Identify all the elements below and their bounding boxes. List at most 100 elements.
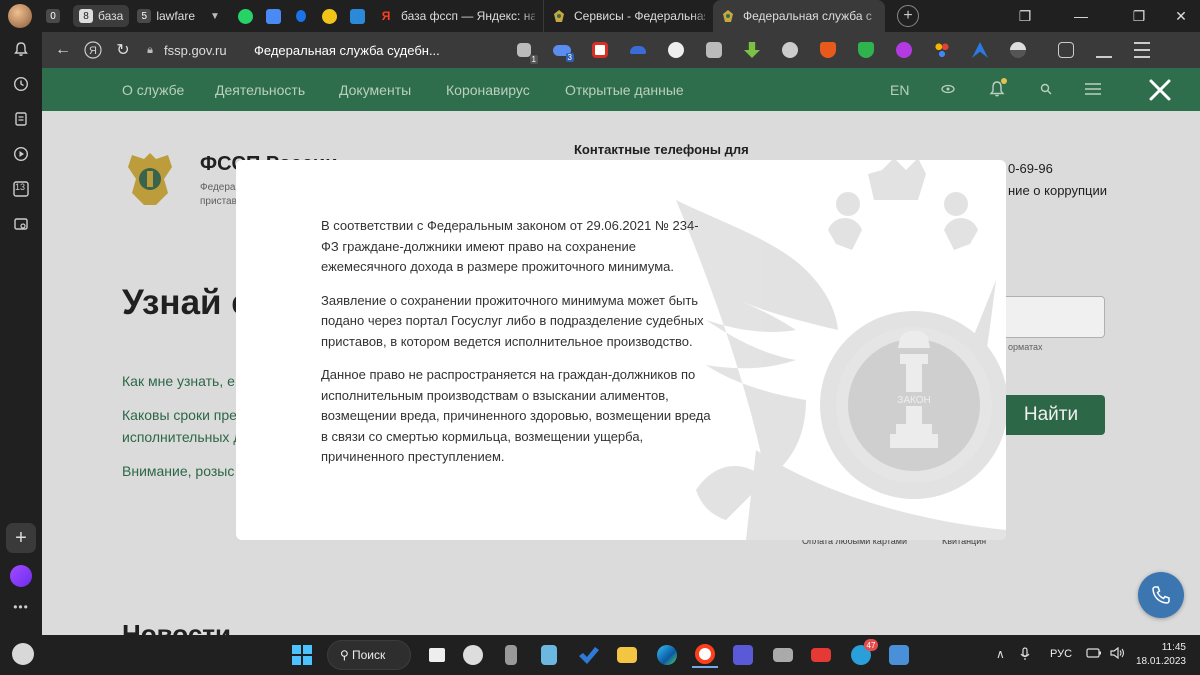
reload-icon[interactable]: ↻ [108,35,138,65]
film-icon[interactable] [778,38,802,62]
tab-yandex-search[interactable]: Я база фссп — Яндекс: наш [371,0,543,32]
close-window-button[interactable]: ✕ [1166,0,1196,32]
alice-assistant-icon[interactable] [10,565,32,587]
eye-icon[interactable] [892,38,916,62]
language-indicator[interactable]: РУС [1050,648,1072,660]
taskbar-taskview[interactable] [424,642,450,668]
pinned-tab-whatsapp[interactable] [233,4,257,28]
bell-icon[interactable] [986,78,1008,100]
shield-icon[interactable] [854,38,878,62]
microphone-icon [505,645,517,665]
vpn-icon[interactable] [626,38,650,62]
yandex-browser-icon [695,644,715,664]
clock-time: 11:45 [1161,642,1186,653]
eye-icon[interactable] [937,78,959,100]
fssp-emblem-icon [721,9,735,23]
url-text[interactable]: fssp.gov.ru [164,43,234,58]
tab-group-label: база [98,9,124,23]
taskbar-telegram[interactable]: 47 [848,639,878,668]
taskbar-clock-app[interactable] [460,642,486,668]
taskbar-notepad[interactable] [536,642,562,668]
clock-icon [321,8,337,24]
history-icon[interactable] [11,74,31,94]
taskbar-save-app[interactable] [730,642,756,668]
owl-icon[interactable] [664,38,688,62]
chevron-down-icon[interactable]: ▼ [205,6,225,26]
bookmarks-icon[interactable]: ❐ [1010,0,1040,32]
page-title[interactable]: Федеральная служба судебн... [254,43,440,58]
menu-icon[interactable] [1130,38,1154,62]
dots-icon[interactable] [930,38,954,62]
globe-icon[interactable] [1006,38,1030,62]
pinned-tab-people[interactable] [289,4,313,28]
cloud-icon[interactable]: 3 [550,38,574,62]
battery-icon[interactable] [1086,647,1102,661]
pinned-tab-clock[interactable] [317,4,341,28]
taskbar-camera[interactable] [770,642,796,668]
profile-avatar[interactable] [8,4,32,28]
tab-group-count: 5 [137,9,152,23]
search-icon: ⚲ [340,648,349,662]
search-icon[interactable] [1035,78,1057,100]
new-tab-button[interactable]: + [897,5,919,27]
taskbar-explorer[interactable] [614,642,640,668]
emblem-word: ЗАКОН [897,395,930,406]
pinned-tab-docs[interactable] [261,4,285,28]
close-modal-icon[interactable] [1148,78,1172,102]
nav-item-coronavirus[interactable]: Коронавирус [446,82,530,98]
calendar-badge-icon[interactable]: 13 [11,179,31,199]
callback-phone-button[interactable] [1138,572,1184,618]
lock-icon[interactable]: 🔒︎ [142,44,158,57]
weather-icon[interactable] [12,643,34,665]
notification-dot [1001,78,1007,84]
tab-fssp-active[interactable]: Федеральная служба с [713,0,885,32]
bell-icon[interactable] [11,39,31,59]
clock-date: 18.01.2023 [1135,656,1186,667]
tab-title: Сервисы - Федеральная с [574,9,705,23]
volume-icon[interactable] [1110,646,1126,662]
extension-badge: 1 [529,55,538,64]
shirt-icon[interactable] [1054,38,1078,62]
nav-item-about[interactable]: О службе [122,82,184,98]
nav-item-activity[interactable]: Деятельность [215,82,305,98]
download-icon[interactable] [740,38,764,62]
windows-start-button[interactable] [292,645,312,665]
taskbar-video[interactable] [808,642,834,668]
restore-button[interactable]: ❐ [1124,0,1154,32]
play-icon[interactable] [11,144,31,164]
scissors-icon[interactable] [968,38,992,62]
download-tray-icon[interactable] [1092,38,1116,62]
taskbar-mic-app[interactable] [498,642,524,668]
tab-group-baza[interactable]: 8 база [73,5,130,27]
checkmark-icon [579,647,599,664]
minimize-button[interactable]: — [1066,0,1096,32]
pinned-tab-calendar[interactable] [345,4,369,28]
gmail-icon[interactable] [588,38,612,62]
tab-services[interactable]: Сервисы - Федеральная с [543,0,713,32]
nav-item-open-data[interactable]: Открытые данные [565,82,684,98]
hamburger-menu-icon[interactable] [1082,78,1104,100]
more-icon[interactable]: ••• [11,600,31,614]
translate-icon[interactable]: 1 [512,38,538,64]
taskbar-todo[interactable] [576,642,602,668]
taskbar-control-panel[interactable] [886,642,912,668]
notes-icon[interactable] [11,109,31,129]
screenshot-icon[interactable] [11,214,31,234]
nav-item-documents[interactable]: Документы [339,82,411,98]
microphone-icon[interactable] [1020,647,1030,664]
taskbar-yandex-browser[interactable] [692,642,718,668]
language-switch[interactable]: EN [890,82,909,98]
taskbar-search[interactable]: ⚲ Поиск [327,640,411,670]
add-panel-button[interactable]: + [6,523,36,553]
modal-paragraph: Заявление о сохранении прожиточного мини… [321,292,704,349]
tab-group-lawfare[interactable]: 5 lawfare [131,5,201,27]
taskbar-edge[interactable] [654,642,680,668]
system-clock[interactable]: 11:45 18.01.2023 [1134,641,1186,669]
tab-group-0[interactable]: 0 [40,5,71,27]
yandex-home-icon[interactable]: Я [78,35,108,65]
back-arrow-icon[interactable]: ← [48,35,78,65]
people-icon [296,10,306,22]
fox-icon[interactable] [816,38,840,62]
share-icon[interactable] [702,38,726,62]
chevron-up-icon[interactable]: ∧ [996,647,1005,661]
